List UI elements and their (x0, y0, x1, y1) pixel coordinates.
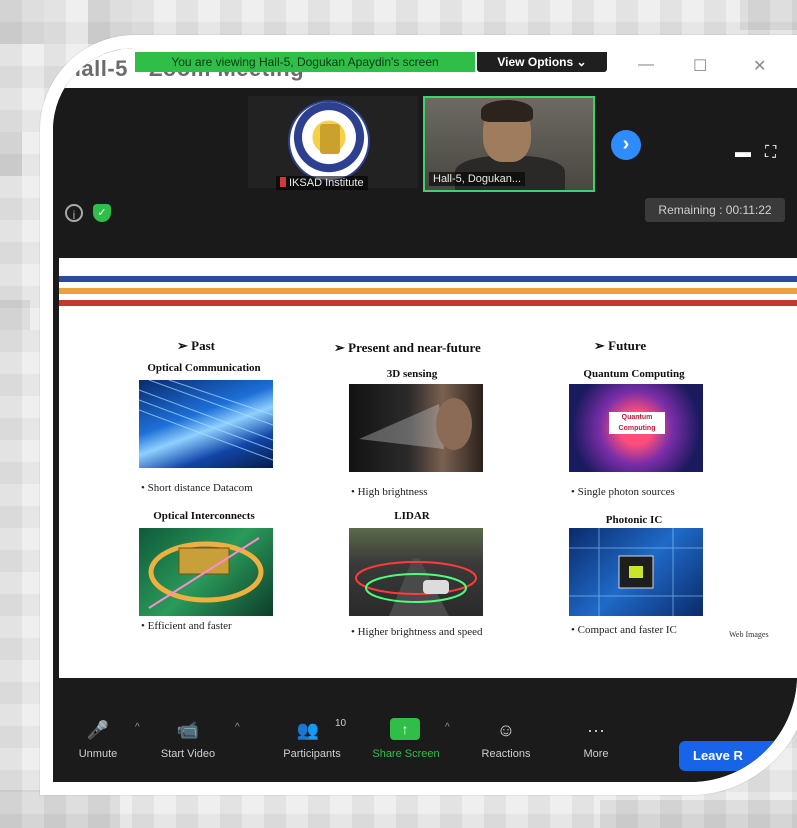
leave-button[interactable]: Leave R (679, 741, 797, 771)
topic-title: Photonic IC (605, 514, 663, 526)
info-icon[interactable]: i (65, 204, 83, 222)
layout-icon[interactable]: ▬ (735, 144, 751, 162)
security-shield-icon[interactable]: ✓ (93, 204, 111, 222)
maximize-button[interactable]: ☐ (693, 56, 707, 76)
reactions-icon: ☺ (496, 720, 516, 740)
topic-title: Optical Interconnects (153, 510, 255, 522)
screenshot-frame: Hall-5 - Zoom Meeting You are viewing Ha… (40, 35, 797, 795)
quantum-image-caption: Quantum Computing (609, 412, 665, 434)
bullet-text: • Efficient and faster (141, 620, 232, 632)
column-heading-future: ➢ Future (594, 338, 647, 353)
optical-communication-image (139, 380, 273, 468)
web-images-credit: Web Images (729, 630, 769, 639)
next-page-arrow-icon[interactable]: › (611, 130, 641, 160)
view-options-button[interactable]: View Options ⌄ (477, 52, 607, 72)
topic-title: 3D sensing (386, 368, 438, 380)
participant-tile-speaker[interactable]: Hall-5, Dogukan... (423, 96, 595, 192)
participants-label: Participants (283, 748, 341, 760)
close-button[interactable]: ✕ (753, 56, 766, 76)
bullet-text: • Short distance Datacom (141, 482, 253, 494)
column-heading-past: ➢ Past (177, 338, 215, 353)
window-titlebar: Hall-5 - Zoom Meeting You are viewing Ha… (53, 48, 797, 88)
muted-mic-icon (280, 177, 286, 187)
bullet-text: • Higher brightness and speed (351, 626, 483, 638)
bullet-text: • Single photon sources (571, 486, 675, 498)
unmute-label: Unmute (78, 748, 118, 760)
iksad-logo (288, 100, 370, 182)
photonic-ic-image (569, 528, 703, 616)
bullet-text: • Compact and faster IC (571, 624, 677, 636)
topic-title: LIDAR (394, 510, 430, 522)
bullet-text: • High brightness (351, 486, 428, 498)
audio-options-caret[interactable]: ^ (135, 722, 140, 733)
topic-title: Optical Communication (147, 362, 261, 374)
slide-stripe-blue (59, 276, 797, 282)
share-options-caret[interactable]: ^ (445, 722, 450, 733)
participant-tile-iksad[interactable]: IKSAD Institute (248, 96, 418, 190)
minimize-button[interactable]: — (638, 56, 654, 74)
more-icon: ··· (587, 720, 605, 740)
video-strip: IKSAD Institute Hall-5, Dogukan... › ▬ ⛶… (53, 88, 797, 258)
share-screen-label: Share Screen (372, 748, 440, 760)
video-options-caret[interactable]: ^ (235, 722, 240, 733)
slide-stripe-red (59, 300, 797, 306)
participants-count: 10 (335, 718, 347, 729)
slide-stripe-orange (59, 288, 797, 294)
quantum-computing-image: Quantum Computing (569, 384, 703, 472)
share-screen-icon: ↑ (390, 718, 420, 740)
view-options-label: View Options (497, 55, 574, 69)
chevron-down-icon: ⌄ (576, 55, 587, 69)
topic-title: Quantum Computing (583, 368, 685, 380)
lidar-image (349, 528, 483, 616)
column-heading-present: ➢ Present and near-future (334, 340, 481, 355)
video-off-icon: 📹 (176, 720, 200, 740)
meeting-controls: 🎤 Unmute ^ 📹 Start Video ^ 👥 10 Particip… (53, 678, 797, 782)
participant-name: Hall-5, Dogukan... (429, 172, 526, 186)
participants-icon: 👥 (296, 720, 320, 740)
fullscreen-icon[interactable]: ⛶ (765, 144, 776, 162)
viewing-screen-banner: You are viewing Hall-5, Dogukan Apaydin'… (135, 52, 475, 72)
optical-interconnects-image (139, 528, 273, 616)
participant-name: IKSAD Institute (276, 176, 368, 190)
3d-sensing-image (349, 384, 483, 472)
reactions-label: Reactions (481, 748, 531, 760)
muted-mic-icon: 🎤 (86, 720, 110, 740)
remaining-time-badge: Remaining : 00:11:22 (645, 198, 785, 222)
more-label: More (583, 748, 609, 760)
shared-screen-slide: ➢ Past ➢ Present and near-future ➢ Futur… (59, 258, 797, 678)
start-video-label: Start Video (160, 748, 216, 760)
